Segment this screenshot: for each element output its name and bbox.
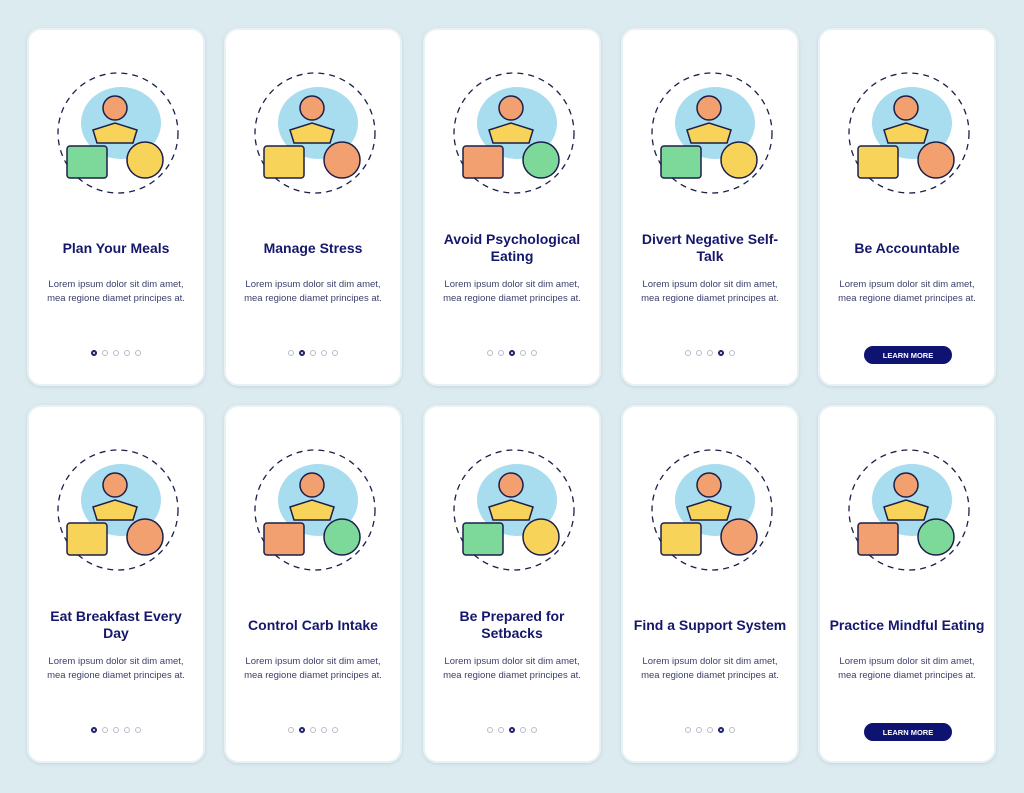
card-description: Lorem ipsum dolor sit dim amet, mea regi… <box>47 279 185 304</box>
card-description: Lorem ipsum dolor sit dim amet, mea regi… <box>47 656 185 681</box>
pagination-dot[interactable] <box>310 350 316 356</box>
card-description: Lorem ipsum dolor sit dim amet, mea regi… <box>641 279 779 304</box>
pagination-dot[interactable] <box>288 350 294 356</box>
pagination-dot[interactable] <box>498 350 504 356</box>
onboarding-card: Eat Breakfast Every Day Lorem ipsum dolo… <box>27 405 205 763</box>
pagination-dot[interactable] <box>321 350 327 356</box>
negative-self-talk-illustration-icon <box>647 68 777 198</box>
stress-management-illustration-icon <box>250 68 380 198</box>
card-title: Be Prepared for Setbacks <box>459 608 565 641</box>
pagination-dot[interactable] <box>299 350 305 356</box>
pagination-dot[interactable] <box>729 350 735 356</box>
card-title: Manage Stress <box>263 239 363 256</box>
learn-more-button[interactable]: LEARN MORE <box>864 723 952 741</box>
pagination-dot[interactable] <box>520 727 526 733</box>
pagination-dot[interactable] <box>332 727 338 733</box>
card-title: Plan Your Meals <box>62 239 170 256</box>
psychological-eating-illustration-icon <box>449 68 579 198</box>
mindful-eating-illustration-icon <box>844 445 974 575</box>
onboarding-card: Be Prepared for Setbacks Lorem ipsum dol… <box>423 405 601 763</box>
onboarding-card: Find a Support System Lorem ipsum dolor … <box>621 405 799 763</box>
breakfast-illustration-icon <box>53 445 183 575</box>
onboarding-card: Practice Mindful Eating Lorem ipsum dolo… <box>818 405 996 763</box>
pagination-dot[interactable] <box>718 350 724 356</box>
accountability-illustration-icon <box>844 68 974 198</box>
carb-control-illustration-icon <box>250 445 380 575</box>
pagination-dot[interactable] <box>509 350 515 356</box>
onboarding-card: Plan Your Meals Lorem ipsum dolor sit di… <box>27 28 205 386</box>
pagination-dot[interactable] <box>124 727 130 733</box>
pagination-dot[interactable] <box>135 727 141 733</box>
card-title: Find a Support System <box>633 616 787 633</box>
card-description: Lorem ipsum dolor sit dim amet, mea regi… <box>641 656 779 681</box>
pagination-dot[interactable] <box>718 727 724 733</box>
card-title: Be Accountable <box>854 239 960 256</box>
setbacks-illustration-icon <box>449 445 579 575</box>
card-description: Lorem ipsum dolor sit dim amet, mea regi… <box>838 279 976 304</box>
pagination-dots <box>623 727 797 733</box>
pagination-dot[interactable] <box>135 350 141 356</box>
onboarding-card: Control Carb Intake Lorem ipsum dolor si… <box>224 405 402 763</box>
card-description: Lorem ipsum dolor sit dim amet, mea regi… <box>443 279 581 304</box>
card-description: Lorem ipsum dolor sit dim amet, mea regi… <box>838 656 976 681</box>
onboarding-card: Divert Negative Self-Talk Lorem ipsum do… <box>621 28 799 386</box>
pagination-dot[interactable] <box>102 350 108 356</box>
card-description: Lorem ipsum dolor sit dim amet, mea regi… <box>244 656 382 681</box>
meal-planning-illustration-icon <box>53 68 183 198</box>
pagination-dots <box>623 350 797 356</box>
card-description: Lorem ipsum dolor sit dim amet, mea regi… <box>443 656 581 681</box>
pagination-dot[interactable] <box>487 350 493 356</box>
pagination-dot[interactable] <box>520 350 526 356</box>
pagination-dot[interactable] <box>288 727 294 733</box>
pagination-dot[interactable] <box>113 350 119 356</box>
onboarding-card: Avoid Psychological Eating Lorem ipsum d… <box>423 28 601 386</box>
pagination-dots <box>226 727 400 733</box>
pagination-dot[interactable] <box>91 350 97 356</box>
pagination-dots <box>425 727 599 733</box>
pagination-dot[interactable] <box>321 727 327 733</box>
pagination-dot[interactable] <box>498 727 504 733</box>
card-description: Lorem ipsum dolor sit dim amet, mea regi… <box>244 279 382 304</box>
pagination-dot[interactable] <box>531 727 537 733</box>
pagination-dot[interactable] <box>124 350 130 356</box>
card-title: Avoid Psychological Eating <box>443 231 581 264</box>
pagination-dot[interactable] <box>685 727 691 733</box>
pagination-dots <box>226 350 400 356</box>
pagination-dot[interactable] <box>729 727 735 733</box>
pagination-dot[interactable] <box>487 727 493 733</box>
onboarding-card: Be Accountable Lorem ipsum dolor sit dim… <box>818 28 996 386</box>
pagination-dot[interactable] <box>685 350 691 356</box>
learn-more-button[interactable]: LEARN MORE <box>864 346 952 364</box>
onboarding-card: Manage Stress Lorem ipsum dolor sit dim … <box>224 28 402 386</box>
pagination-dots <box>425 350 599 356</box>
pagination-dot[interactable] <box>531 350 537 356</box>
pagination-dot[interactable] <box>91 727 97 733</box>
support-system-illustration-icon <box>647 445 777 575</box>
pagination-dot[interactable] <box>707 350 713 356</box>
card-title: Control Carb Intake <box>248 616 378 633</box>
pagination-dot[interactable] <box>696 727 702 733</box>
pagination-dot[interactable] <box>509 727 515 733</box>
pagination-dot[interactable] <box>707 727 713 733</box>
pagination-dot[interactable] <box>332 350 338 356</box>
pagination-dot[interactable] <box>299 727 305 733</box>
pagination-dots <box>29 727 203 733</box>
pagination-dot[interactable] <box>102 727 108 733</box>
pagination-dot[interactable] <box>113 727 119 733</box>
pagination-dot[interactable] <box>310 727 316 733</box>
card-title: Practice Mindful Eating <box>829 616 985 633</box>
pagination-dot[interactable] <box>696 350 702 356</box>
pagination-dots <box>29 350 203 356</box>
card-title: Eat Breakfast Every Day <box>50 608 182 641</box>
card-title: Divert Negative Self-Talk <box>641 231 779 264</box>
